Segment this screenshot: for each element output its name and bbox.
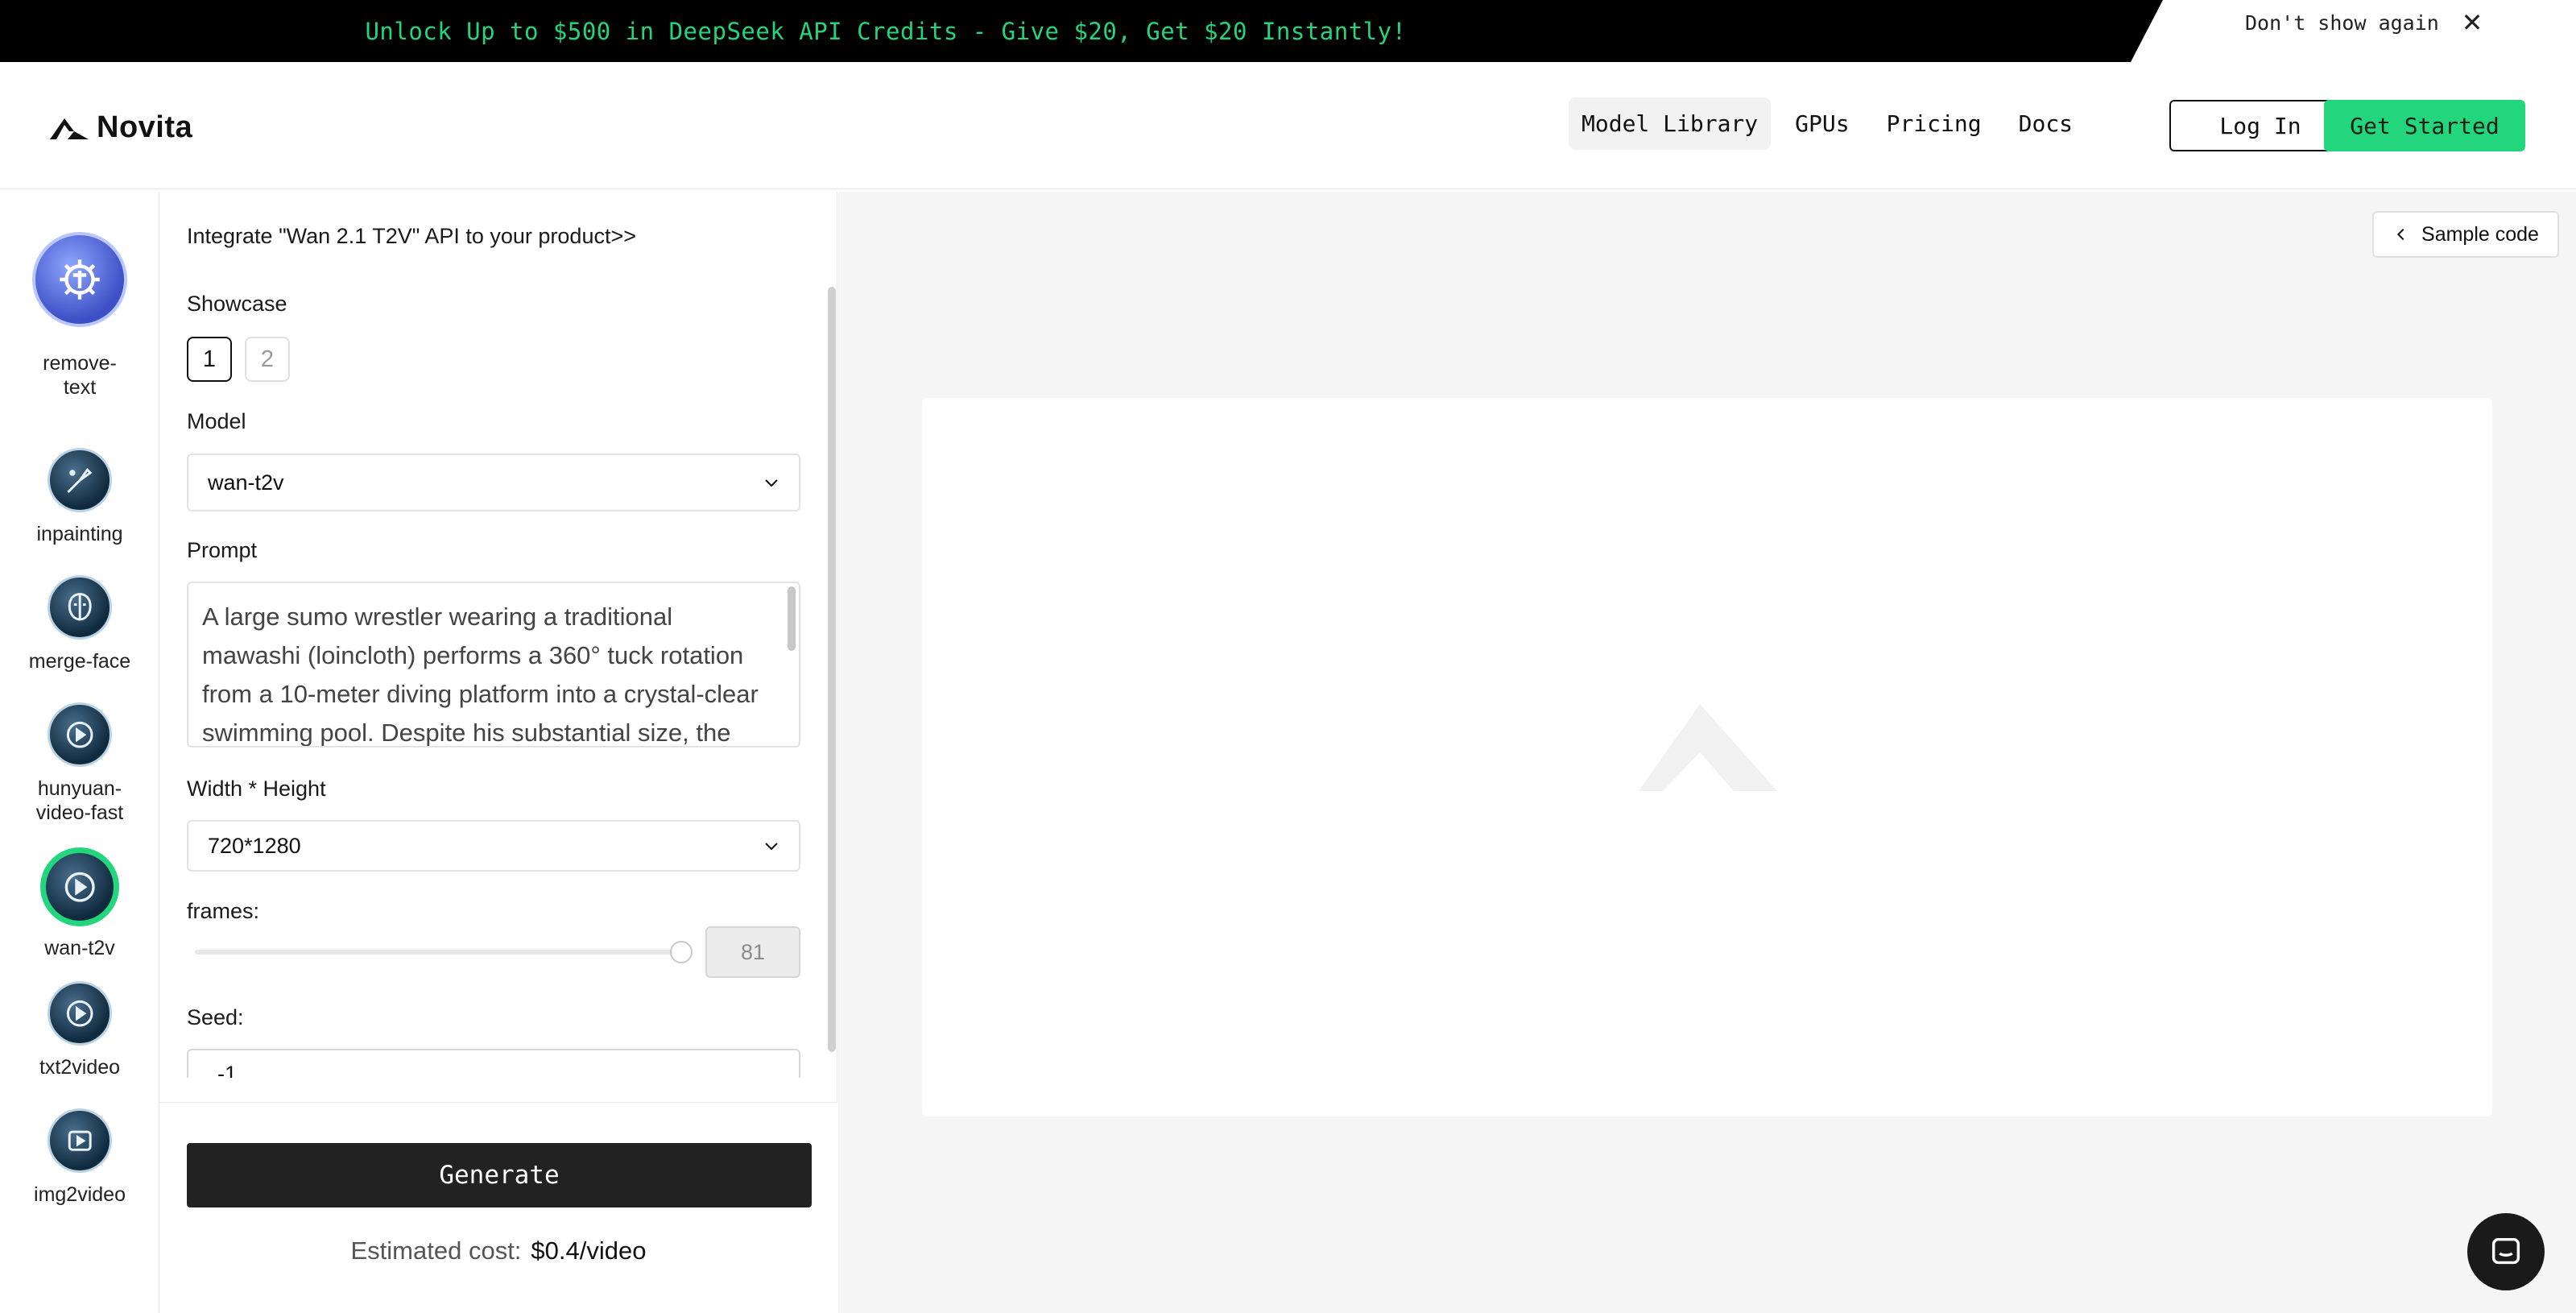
sample-code-label: Sample code	[2421, 222, 2539, 246]
nav-gpus[interactable]: GPUs	[1782, 97, 1862, 150]
brush-icon	[48, 448, 112, 512]
panel-scrollbar[interactable]	[828, 287, 836, 1052]
showcase-label: Showcase	[187, 292, 287, 316]
sidebar-item-wan-t2v[interactable]: wan-t2v	[0, 847, 159, 960]
sidebar-item-txt2video[interactable]: txt2video	[0, 981, 159, 1079]
sidebar-item-label: inpainting	[36, 523, 123, 545]
cost-value: $0.4/video	[531, 1236, 647, 1265]
size-select-value: 720*1280	[208, 833, 301, 858]
showcase-option-2[interactable]: 2	[245, 337, 290, 382]
model-select-value: wan-t2v	[208, 470, 284, 495]
brand-name: Novita	[97, 110, 193, 144]
dont-show-again-button[interactable]: Don't show again	[2245, 0, 2439, 45]
frames-slider-handle[interactable]	[670, 941, 693, 963]
frames-value-input[interactable]: 81	[705, 926, 800, 978]
seed-input[interactable]: -1	[187, 1049, 800, 1078]
face-icon	[48, 575, 112, 640]
placeholder-logo-icon	[1639, 704, 1777, 791]
generate-button[interactable]: Generate	[187, 1143, 812, 1207]
brain-gear-icon	[32, 232, 127, 327]
chat-icon	[2491, 1237, 2520, 1265]
prompt-scrollbar[interactable]	[788, 586, 796, 651]
prompt-text: A large sumo wrestler wearing a traditio…	[202, 603, 759, 747]
estimated-cost: Estimated cost: $0.4/video	[159, 1236, 837, 1265]
brand-logo[interactable]: Novita	[50, 110, 192, 145]
promo-text[interactable]: Unlock Up to $500 in DeepSeek API Credit…	[0, 0, 1772, 62]
chevron-down-icon	[765, 843, 778, 851]
prompt-label: Prompt	[187, 538, 258, 562]
sidebar-item-merge-face[interactable]: merge-face	[0, 575, 159, 673]
site-header: Novita Model Library GPUs Pricing Docs L…	[0, 62, 2576, 189]
video-play-icon	[48, 702, 112, 767]
image-video-icon	[48, 1108, 112, 1173]
params-panel: Integrate "Wan 2.1 T2V" API to your prod…	[159, 192, 837, 1313]
nav-pricing[interactable]: Pricing	[1874, 97, 1995, 150]
novita-logo-icon	[50, 118, 89, 139]
main-nav: Model Library GPUs Pricing Docs	[1569, 97, 2086, 150]
frames-label: frames:	[187, 899, 260, 923]
output-preview-area: Sample code	[838, 192, 2576, 1313]
promo-banner: Unlock Up to $500 in DeepSeek API Credit…	[0, 0, 2576, 62]
video-play-icon	[40, 847, 119, 926]
sidebar-item-remove-text[interactable]: remove- text	[0, 232, 159, 400]
prompt-textarea[interactable]: A large sumo wrestler wearing a traditio…	[187, 582, 800, 748]
chat-support-button[interactable]	[2467, 1213, 2545, 1290]
model-sidebar: remove- text inpainting merge-face hunyu…	[0, 192, 159, 1313]
showcase-option-1[interactable]: 1	[187, 337, 232, 382]
get-started-button[interactable]: Get Started	[2324, 100, 2525, 151]
panel-footer: Generate Estimated cost: $0.4/video	[159, 1102, 837, 1313]
sidebar-item-inpainting[interactable]: inpainting	[0, 448, 159, 546]
sidebar-item-label: wan-t2v	[44, 937, 115, 959]
chevron-down-icon	[765, 479, 778, 487]
size-select[interactable]: 720*1280	[187, 820, 800, 872]
cost-label: Estimated cost:	[350, 1236, 522, 1265]
showcase-selector: 1 2	[187, 337, 290, 382]
model-select[interactable]: wan-t2v	[187, 454, 800, 512]
sidebar-item-label: img2video	[34, 1183, 126, 1206]
sidebar-item-label: hunyuan- video-fast	[35, 777, 124, 824]
nav-docs[interactable]: Docs	[2006, 97, 2086, 150]
integrate-api-link[interactable]: Integrate "Wan 2.1 T2V" API to your prod…	[187, 224, 636, 249]
output-canvas	[922, 398, 2492, 1116]
sidebar-item-label: merge-face	[28, 650, 131, 673]
nav-model-library[interactable]: Model Library	[1569, 97, 1772, 150]
chevron-left-icon	[2396, 228, 2404, 241]
video-play-icon	[48, 981, 112, 1046]
sidebar-item-hunyuan-video-fast[interactable]: hunyuan- video-fast	[0, 702, 159, 825]
frames-slider-track[interactable]	[195, 950, 681, 955]
seed-label: Seed:	[187, 1005, 244, 1029]
close-icon[interactable]: ✕	[2458, 8, 2487, 37]
sample-code-button[interactable]: Sample code	[2372, 211, 2559, 258]
size-label: Width * Height	[187, 777, 326, 801]
sidebar-item-img2video[interactable]: img2video	[0, 1108, 159, 1207]
sidebar-item-label: txt2video	[39, 1056, 121, 1079]
model-label: Model	[187, 409, 246, 433]
sidebar-item-label: remove- text	[43, 352, 117, 399]
